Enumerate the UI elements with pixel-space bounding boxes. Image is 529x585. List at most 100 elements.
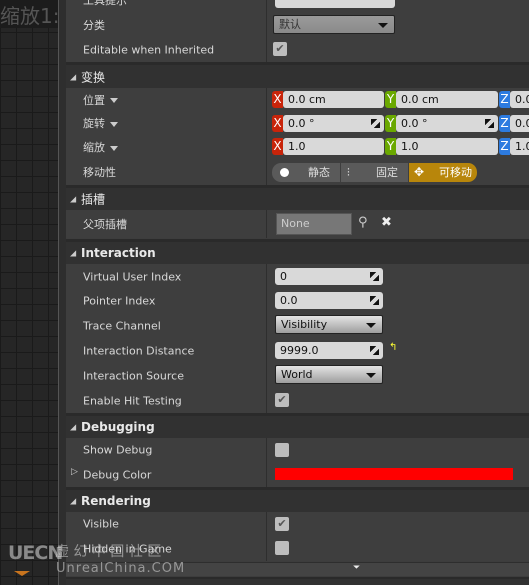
next-section-header[interactable] (66, 577, 529, 585)
mobility-static-button[interactable]: 静态 (272, 163, 340, 182)
interaction-source-row: Interaction Source World (66, 363, 529, 388)
collapse-icon: ◢ (70, 248, 77, 258)
expand-icon[interactable]: ▷ (71, 467, 78, 477)
tooltip-row: 工具提示 (66, 0, 529, 12)
reset-to-default-icon[interactable]: ↰ (389, 342, 397, 353)
viewport-title: 缩放1:1 (0, 0, 58, 28)
tooltip-input[interactable] (275, 0, 395, 8)
y-axis-icon: Y (385, 115, 396, 132)
enable-hit-testing-label: Enable Hit Testing (83, 394, 182, 407)
collapse-icon: ◢ (70, 496, 77, 506)
mobility-row: 移动性 静态 ⫶ 固定 ✥ 可移动 (66, 159, 529, 185)
location-row: 位置 X0.0 cm Y0.0 cm Z0.0 (66, 88, 529, 111)
panel-splitter[interactable] (58, 0, 66, 585)
search-icon[interactable]: ⚲ (358, 215, 368, 230)
y-axis-icon: Y (385, 138, 396, 155)
chevron-down-icon (366, 373, 376, 378)
logo-triangle-icon (14, 571, 30, 576)
scale-z-input[interactable]: 1.0 (510, 138, 529, 155)
scale-label[interactable]: 缩放 (83, 139, 118, 155)
rotation-x-input[interactable]: 0.0 ° (283, 115, 384, 132)
parent-socket-row: 父项插槽 None ⚲ ✖ (66, 210, 529, 238)
spin-icon[interactable] (370, 346, 379, 355)
interaction-distance-row: Interaction Distance 9999.0 ↰ (66, 338, 529, 363)
visible-checkbox[interactable]: ✔ (275, 517, 289, 531)
interaction-source-dropdown[interactable]: World (275, 365, 383, 384)
category-value: 默认 (279, 18, 301, 31)
spin-icon[interactable] (485, 119, 494, 128)
chevron-down-icon (110, 121, 118, 127)
rotation-z-input[interactable]: 0.0 (510, 115, 529, 132)
show-debug-label: Show Debug (83, 443, 153, 457)
location-label[interactable]: 位置 (83, 92, 118, 108)
z-axis-icon: Z (499, 138, 510, 155)
rotation-row: 旋转 X0.0 ° Y0.0 ° Z0.0 (66, 111, 529, 135)
debugging-title: Debugging (81, 420, 155, 434)
virtual-user-index-input[interactable]: 0 (275, 268, 383, 285)
trace-channel-row: Trace Channel Visibility (66, 313, 529, 338)
parent-socket-label: 父项插槽 (83, 218, 127, 231)
show-debug-checkbox[interactable] (275, 443, 289, 457)
x-axis-icon: X (272, 91, 283, 108)
socket-title: 插槽 (81, 192, 106, 207)
hidden-in-game-checkbox[interactable] (275, 541, 289, 555)
chevron-down-icon (110, 98, 118, 103)
transform-header[interactable]: ◢ 变换 (66, 62, 529, 88)
mobility-movable-button[interactable]: ✥ 可移动 (409, 163, 477, 182)
stationary-icon: ⫶ (347, 166, 350, 179)
debug-color-row: ▷ Debug Color (66, 462, 529, 487)
y-axis-icon: Y (385, 91, 396, 108)
scale-x-input[interactable]: 1.0 (283, 138, 384, 155)
parent-socket-input[interactable]: None (276, 213, 352, 235)
interaction-distance-label: Interaction Distance (83, 344, 195, 357)
mobility-stationary-button[interactable]: ⫶ 固定 (341, 163, 408, 182)
visible-label: Visible (83, 517, 119, 531)
transform-title: 变换 (81, 70, 106, 84)
scale-y-input[interactable]: 1.0 (396, 138, 498, 155)
editable-checkbox[interactable]: ✔ (273, 42, 287, 56)
x-axis-icon: X (272, 138, 283, 155)
rendering-title: Rendering (81, 494, 151, 508)
movable-icon: ✥ (414, 165, 425, 179)
location-x-input[interactable]: 0.0 cm (283, 91, 384, 108)
spin-icon[interactable] (371, 119, 380, 128)
trace-channel-dropdown[interactable]: Visibility (275, 315, 383, 334)
socket-header[interactable]: ◢ 插槽 (66, 185, 529, 210)
z-axis-icon: Z (499, 115, 510, 132)
spin-icon[interactable] (370, 272, 379, 281)
category-label: 分类 (83, 18, 105, 32)
debug-color-label: Debug Color (83, 468, 152, 481)
collapse-icon: ◢ (70, 72, 77, 81)
debug-color-swatch[interactable] (275, 468, 513, 480)
enable-hit-testing-checkbox[interactable]: ✔ (275, 393, 289, 407)
enable-hit-testing-row: Enable Hit Testing ✔ (66, 388, 529, 413)
collapse-icon: ◢ (70, 422, 77, 432)
details-panel: 工具提示 分类 默认 Editable when Inherited ✔ ◢ 变换… (66, 0, 529, 585)
z-axis-icon: Z (499, 91, 510, 108)
virtual-user-index-row: Virtual User Index 0 (66, 264, 529, 289)
location-z-input[interactable]: 0.0 (510, 91, 529, 108)
watermark-en: UnrealChina.COM (56, 561, 186, 576)
scale-row: 缩放 X1.0 Y1.0 Z1.0 (66, 135, 529, 159)
chevron-down-icon (366, 323, 376, 328)
interaction-distance-input[interactable]: 9999.0 (275, 342, 383, 359)
x-axis-icon: X (272, 115, 283, 132)
clear-icon[interactable]: ✖ (381, 215, 392, 230)
category-row: 分类 默认 (66, 12, 529, 37)
visible-row: Visible ✔ (66, 512, 529, 536)
collapse-icon: ◢ (70, 194, 77, 204)
debugging-header[interactable]: ◢ Debugging (66, 413, 529, 438)
rotation-y-input[interactable]: 0.0 ° (396, 115, 498, 132)
check-icon: ✔ (277, 517, 287, 530)
location-y-input[interactable]: 0.0 cm (396, 91, 498, 108)
trace-channel-label: Trace Channel (83, 319, 161, 332)
chevron-down-icon (378, 23, 388, 28)
pointer-index-input[interactable]: 0.0 (275, 292, 383, 309)
spin-icon[interactable] (370, 296, 379, 305)
rotation-label[interactable]: 旋转 (83, 115, 118, 131)
rendering-header[interactable]: ◢ Rendering (66, 487, 529, 512)
virtual-user-index-label: Virtual User Index (83, 270, 182, 283)
interaction-source-label: Interaction Source (83, 369, 184, 382)
category-dropdown[interactable]: 默认 (273, 15, 395, 34)
interaction-header[interactable]: ◢ Interaction (66, 239, 529, 264)
